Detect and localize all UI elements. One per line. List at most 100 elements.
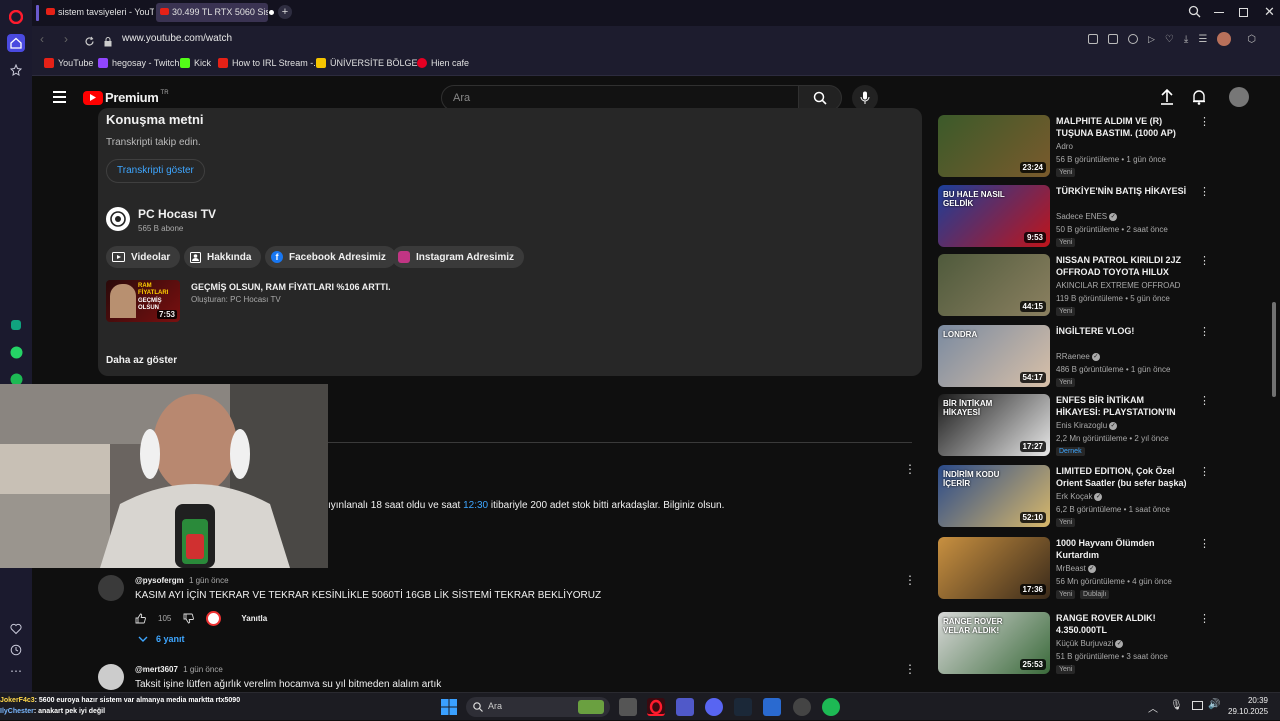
related-video-title[interactable]: MALPHITE ALDIM VE (R) TUŞUNA BASTIM. (10…	[1056, 115, 1191, 139]
related-video-thumbnail[interactable]: 17:36	[938, 537, 1050, 599]
more-options-icon[interactable]: ⋮	[1199, 185, 1210, 198]
camera-icon[interactable]	[1108, 34, 1118, 44]
close-window-button[interactable]: ✕	[1264, 4, 1275, 20]
more-options-icon[interactable]: ⋮	[1199, 537, 1210, 550]
bookmark-twitch[interactable]: hegosay - Twitch	[98, 58, 179, 68]
more-options-icon[interactable]: ⋮	[1199, 394, 1210, 407]
related-video-item[interactable]: 44:15 NISSAN PATROL KIRILDI 2JZ OFFROAD T…	[938, 254, 1210, 318]
search-tabs-icon[interactable]	[1188, 5, 1201, 23]
dislike-icon[interactable]	[183, 613, 195, 624]
teams-icon[interactable]	[676, 698, 694, 716]
maximize-button[interactable]	[1239, 8, 1248, 17]
related-video-item[interactable]: RANGE ROVER VELAR ALDIK! 25:53 RANGE ROVER…	[938, 612, 1210, 676]
volume-icon[interactable]: 🔊	[1208, 699, 1220, 710]
upload-button[interactable]	[1160, 88, 1174, 110]
spotify-taskbar-icon[interactable]	[822, 698, 840, 716]
chatgpt-icon[interactable]	[7, 316, 25, 334]
related-video-channel[interactable]: Erk Koçak ✓	[1056, 492, 1103, 501]
menu-icon[interactable]: ☰	[1198, 34, 1207, 46]
more-options-icon[interactable]: ⋮	[1199, 612, 1210, 625]
page-scrollbar[interactable]	[1270, 119, 1278, 689]
related-video-title[interactable]: İNGİLTERE VLOG!	[1056, 325, 1191, 337]
play-icon[interactable]: ▷	[1148, 34, 1155, 46]
channel-name[interactable]: PC Hocası TV	[138, 207, 216, 221]
comment-more-icon[interactable]: ⋮	[904, 462, 916, 476]
chip-about[interactable]: Hakkında	[184, 246, 262, 268]
more-icon[interactable]: ⋯	[7, 662, 25, 680]
related-video-channel[interactable]: AKINCILAR EXTREME OFFROAD	[1056, 281, 1180, 290]
comment-more-icon[interactable]: ⋮	[904, 662, 916, 676]
hamburger-menu-icon[interactable]	[53, 91, 66, 103]
related-video-title[interactable]: ENFES BİR İNTİKAM HİKAYESİ: PLAYSTATION'…	[1056, 394, 1191, 419]
related-video-thumbnail[interactable]: 23:24	[938, 115, 1050, 177]
related-video-thumbnail[interactable]: 44:15	[938, 254, 1050, 316]
related-video-thumbnail[interactable]: RANGE ROVER VELAR ALDIK! 25:53	[938, 612, 1050, 674]
network-icon[interactable]	[1192, 701, 1203, 710]
extension-icon[interactable]: ⬡	[1247, 34, 1256, 46]
notifications-button[interactable]	[1192, 89, 1206, 110]
channel-avatar[interactable]	[106, 207, 130, 231]
new-tab-button[interactable]: +	[278, 5, 292, 19]
related-video-title[interactable]: 1000 Hayvanı Ölümden Kurtardım	[1056, 537, 1191, 561]
related-video-thumbnail[interactable]: BİR İNTİKAM HİKAYESİ 17:27	[938, 394, 1050, 456]
minimize-button[interactable]	[1214, 12, 1224, 13]
featured-video-thumbnail[interactable]: RAM FİYATLARI GEÇMİŞ OLSUN 7:53	[106, 280, 180, 322]
task-view-icon[interactable]	[619, 698, 637, 716]
comment-author[interactable]: @mert3607	[135, 665, 178, 674]
related-video-title[interactable]: LIMITED EDITION, Çok Özel Orient Saatler…	[1056, 465, 1191, 489]
related-video-item[interactable]: 17:36 1000 Hayvanı Ölümden Kurtardım MrBea…	[938, 537, 1210, 601]
timestamp-link[interactable]: 12:30	[463, 500, 488, 511]
related-video-item[interactable]: BU HALE NASIL GELDİK 9:53 TÜRKİYE'NİN BATI…	[938, 185, 1210, 249]
related-video-item[interactable]: LONDRA 54:17 İNGİLTERE VLOG! RRaenee ✓ 486 B …	[938, 325, 1210, 389]
profile-avatar-icon[interactable]	[1217, 32, 1232, 46]
featured-video-title[interactable]: GEÇMİŞ OLSUN, RAM FİYATLARI %106 ARTTI.	[191, 282, 391, 292]
tab-youtube-sistem[interactable]: sistem tavsiyeleri - YouTube	[42, 3, 154, 22]
app-icon[interactable]	[763, 698, 781, 716]
edit-icon[interactable]	[1088, 34, 1098, 44]
opera-logo-icon[interactable]	[7, 8, 25, 26]
taskbar-search[interactable]: Ara	[466, 697, 610, 717]
back-icon[interactable]: ‹	[40, 32, 44, 46]
tray-chevron-icon[interactable]: ︿	[1148, 700, 1158, 715]
microphone-tray-icon[interactable]: 🎙	[1170, 700, 1183, 711]
bookmark-universite[interactable]: ÜNİVERSİTE BÖLGE...	[316, 58, 425, 68]
url-field[interactable]: www.youtube.com/watch	[104, 30, 1244, 50]
chip-facebook[interactable]: f Facebook Adresimiz	[265, 246, 396, 268]
scrollbar-thumb[interactable]	[1272, 302, 1276, 397]
related-video-item[interactable]: İNDİRİM KODU İÇERİR 52:10 LIMITED EDITION,…	[938, 465, 1210, 529]
clock[interactable]: 20:39 29.10.2025	[1228, 695, 1268, 717]
heart-outline-icon[interactable]: ♡	[1165, 34, 1174, 46]
like-icon[interactable]	[135, 613, 146, 624]
more-options-icon[interactable]: ⋮	[1199, 115, 1210, 128]
related-video-channel[interactable]: RRaenee ✓	[1056, 352, 1100, 361]
related-video-channel[interactable]: Adro	[1056, 142, 1073, 151]
related-video-thumbnail[interactable]: LONDRA 54:17	[938, 325, 1050, 387]
related-video-title[interactable]: TÜRKİYE'NİN BATIŞ HİKAYESİ	[1056, 185, 1191, 197]
whatsapp-icon[interactable]	[7, 343, 25, 361]
opera-taskbar-icon[interactable]	[647, 698, 665, 716]
bookmark-kick[interactable]: Kick	[180, 58, 211, 68]
shield-icon[interactable]	[1128, 34, 1138, 44]
reload-icon[interactable]	[84, 34, 95, 52]
comment-avatar[interactable]	[98, 575, 124, 601]
show-less-button[interactable]: Daha az göster	[106, 355, 177, 366]
show-transcript-button[interactable]: Transkripti göster	[106, 159, 205, 183]
steam-icon[interactable]	[734, 698, 752, 716]
account-avatar[interactable]	[1229, 87, 1249, 107]
related-video-channel[interactable]: Küçük Burjuvazi ✓	[1056, 639, 1124, 648]
comment-more-icon[interactable]: ⋮	[904, 573, 916, 587]
windows-start-icon[interactable]	[440, 698, 458, 716]
related-video-title[interactable]: RANGE ROVER ALDIK! 4.350.000TL	[1056, 612, 1191, 636]
related-video-title[interactable]: NISSAN PATROL KIRILDI 2JZ OFFROAD TOYOTA…	[1056, 254, 1191, 279]
tab-rtx-5060[interactable]: 30.499 TL RTX 5060 Sistem	[156, 3, 268, 22]
more-options-icon[interactable]: ⋮	[1199, 325, 1210, 338]
chip-videos[interactable]: Videolar	[106, 246, 181, 268]
related-video-item[interactable]: BİR İNTİKAM HİKAYESİ 17:27 ENFES BİR İNTİK…	[938, 394, 1210, 458]
youtube-premium-logo[interactable]: Premium TR	[83, 90, 169, 105]
forward-icon[interactable]: ›	[64, 32, 68, 46]
heart-icon[interactable]	[7, 620, 25, 638]
chatgpt-taskbar-icon[interactable]	[793, 698, 811, 716]
chip-instagram[interactable]: Instagram Adresimiz	[392, 246, 524, 268]
bookmark-irl-stream[interactable]: How to IRL Stream -...	[218, 58, 321, 68]
related-video-thumbnail[interactable]: İNDİRİM KODU İÇERİR 52:10	[938, 465, 1050, 527]
